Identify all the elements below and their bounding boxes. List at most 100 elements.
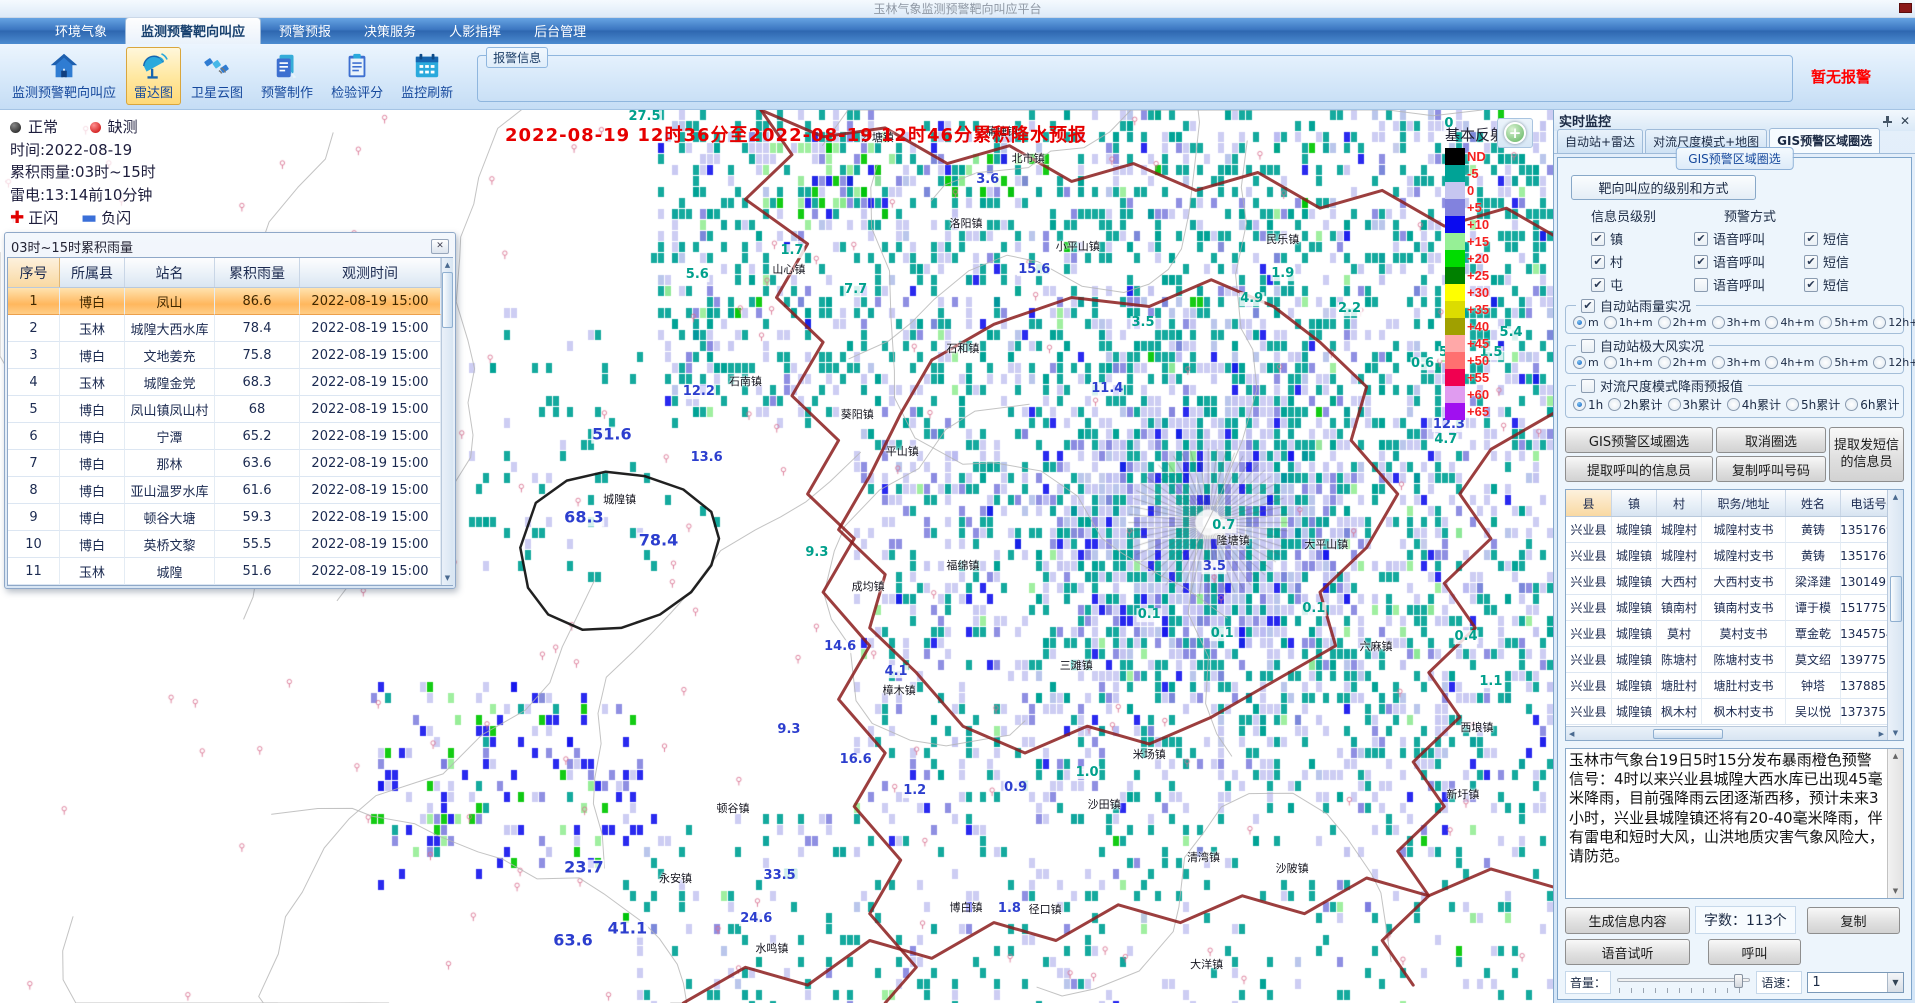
call-button[interactable]: 呼叫 [1708, 939, 1801, 965]
radio-forecast-3h累计[interactable]: 3h累计 [1663, 396, 1722, 413]
radio-rain-4h+m[interactable]: 4h+m [1760, 316, 1814, 329]
cancel-circle-button[interactable]: 取消圈选 [1716, 427, 1826, 453]
scroll-up-icon[interactable]: ▲ [1893, 490, 1898, 504]
scroll-down-icon[interactable]: ▼ [1893, 726, 1898, 740]
contact-col-header[interactable]: 镇 [1612, 490, 1657, 516]
zoom-in-icon[interactable]: + [1504, 122, 1526, 144]
toolbar-button-预警制作[interactable]: 预警制作 [253, 47, 321, 105]
radio-wind-4h+m[interactable]: 4h+m [1760, 356, 1814, 369]
rain-col-header[interactable]: 所属县 [60, 258, 125, 287]
checkbox-sms-村[interactable] [1804, 255, 1818, 269]
radio-wind-12h+m[interactable]: 12h+m [1868, 356, 1915, 369]
table-row[interactable]: 7博白那林63.62022-08-19 15:00 [8, 450, 441, 477]
table-row[interactable]: 8博白亚山温罗水库61.62022-08-19 15:00 [8, 477, 441, 504]
table-row[interactable]: 11玉林城隍51.62022-08-19 15:00 [8, 558, 441, 585]
scroll-up-icon[interactable]: ▲ [1893, 749, 1898, 763]
pin-icon[interactable] [1882, 115, 1893, 127]
checkbox-镇[interactable] [1591, 232, 1605, 246]
auto-wind-checkbox[interactable] [1581, 339, 1595, 353]
contact-col-header[interactable]: 村 [1657, 490, 1702, 516]
voice-preview-button[interactable]: 语音试听 [1565, 939, 1690, 965]
checkbox-屯[interactable] [1591, 278, 1605, 292]
auto-rain-checkbox[interactable] [1581, 299, 1595, 313]
rain-col-header[interactable]: 站名 [125, 258, 215, 287]
menu-tab-人影指挥[interactable]: 人影指挥 [434, 18, 516, 44]
message-vscrollbar[interactable]: ▲ ▼ [1887, 749, 1903, 898]
menu-tab-决策服务[interactable]: 决策服务 [349, 18, 431, 44]
copy-call-numbers-button[interactable]: 复制呼叫号码 [1716, 456, 1826, 482]
rain-col-header[interactable]: 累积雨量 [215, 258, 300, 287]
radio-rain-2h+m[interactable]: 2h+m [1653, 316, 1707, 329]
contact-col-header[interactable]: 姓名 [1786, 490, 1841, 516]
radar-map[interactable]: 2022-08-19 12时36分至2022-08-19 12时46分累积降水预… [0, 110, 1553, 1003]
table-row[interactable]: 9博白顿谷大塘59.32022-08-19 15:00 [8, 504, 441, 531]
toolbar-button-监控刷新[interactable]: 监控刷新 [393, 47, 461, 105]
radio-forecast-5h累计[interactable]: 5h累计 [1781, 396, 1840, 413]
checkbox-voice-村[interactable] [1694, 255, 1708, 269]
radio-wind-2h+m[interactable]: 2h+m [1653, 356, 1707, 369]
toolbar-button-检验评分[interactable]: 检验评分 [323, 47, 391, 105]
copy-message-button[interactable]: 复制 [1807, 907, 1900, 934]
radio-wind-m[interactable]: m [1568, 356, 1599, 369]
checkbox-sms-屯[interactable] [1804, 278, 1818, 292]
table-row[interactable]: 1博白凤山86.62022-08-19 15:00 [8, 288, 441, 315]
convective-forecast-checkbox[interactable] [1581, 379, 1595, 393]
volume-slider[interactable] [1617, 973, 1750, 993]
table-row[interactable]: 兴业县城隍镇城隍村城隍村支书黄铸135176975 [1566, 517, 1887, 543]
table-row[interactable]: 兴业县城隍镇塘肚村塘肚村支书钟塔137885534 [1566, 673, 1887, 699]
scroll-up-icon[interactable]: ▲ [445, 258, 450, 272]
radio-forecast-1h[interactable]: 1h [1568, 398, 1603, 412]
extract-sms-informers-button[interactable]: 提取发短信的信息员 [1829, 427, 1904, 482]
panel-tab-自动站+雷达[interactable]: 自动站+雷达 [1557, 129, 1643, 153]
rain-table-titlebar[interactable]: 03时~15时累积雨量 ✕ [7, 235, 453, 257]
scroll-thumb[interactable] [1653, 729, 1723, 739]
radio-rain-3h+m[interactable]: 3h+m [1707, 316, 1761, 329]
toolbar-button-监测预警靶向叫应[interactable]: 监测预警靶向叫应 [4, 47, 124, 105]
rain-table-vscrollbar[interactable]: ▲ ▼ [441, 258, 453, 585]
rain-col-header[interactable]: 序号 [8, 258, 60, 287]
menu-tab-后台管理[interactable]: 后台管理 [519, 18, 601, 44]
radio-rain-1h+m[interactable]: 1h+m [1599, 316, 1653, 329]
menu-tab-预警预报[interactable]: 预警预报 [264, 18, 346, 44]
scroll-down-icon[interactable]: ▼ [1893, 884, 1898, 898]
radio-rain-m[interactable]: m [1568, 316, 1599, 329]
radio-rain-5h+m[interactable]: 5h+m [1814, 316, 1868, 329]
table-row[interactable]: 兴业县城隍镇陈塘村陈塘村支书莫文绍139775796 [1566, 647, 1887, 673]
radio-wind-3h+m[interactable]: 3h+m [1707, 356, 1761, 369]
table-row[interactable]: 兴业县城隍镇镇南村镇南村支书谭于模151775946 [1566, 595, 1887, 621]
speed-select[interactable]: 1 ▼ [1807, 972, 1904, 993]
checkbox-voice-镇[interactable] [1694, 232, 1708, 246]
radio-forecast-4h累计[interactable]: 4h累计 [1722, 396, 1781, 413]
toolbar-button-卫星云图[interactable]: 卫星云图 [183, 47, 251, 105]
contact-col-header[interactable]: 电话号码 [1841, 490, 1887, 516]
toolbar-button-雷达图[interactable]: 雷达图 [126, 47, 181, 105]
slider-thumb[interactable] [1734, 974, 1743, 988]
radio-forecast-2h累计[interactable]: 2h累计 [1603, 396, 1662, 413]
table-row[interactable]: 2玉林城隍大西水库78.42022-08-19 15:00 [8, 315, 441, 342]
scroll-right-icon[interactable]: ▶ [1876, 730, 1887, 738]
rain-table-window[interactable]: 03时~15时累积雨量 ✕ 序号所属县站名累积雨量观测时间1博白凤山86.620… [4, 232, 456, 589]
table-row[interactable]: 5博白凤山镇凤山村682022-08-19 15:00 [8, 396, 441, 423]
radio-wind-5h+m[interactable]: 5h+m [1814, 356, 1868, 369]
table-row[interactable]: 10博白英桥文黎55.52022-08-19 15:00 [8, 531, 441, 558]
close-icon[interactable]: ✕ [1900, 114, 1910, 128]
table-row[interactable]: 4玉林城隍金党68.32022-08-19 15:00 [8, 369, 441, 396]
gis-circle-button[interactable]: GIS预警区域圈选 [1565, 427, 1713, 453]
scroll-thumb[interactable] [442, 272, 453, 328]
close-icon[interactable]: ✕ [431, 239, 449, 254]
scroll-thumb[interactable] [1890, 576, 1902, 622]
corner-red-indicator[interactable] [1899, 3, 1912, 13]
contact-table-vscrollbar[interactable]: ▲ ▼ [1887, 490, 1903, 740]
table-row[interactable]: 兴业县城隍镇城隍村城隍村支书黄铸135176975 [1566, 543, 1887, 569]
generate-message-button[interactable]: 生成信息内容 [1565, 907, 1690, 934]
contact-col-header[interactable]: 职务/地址 [1702, 490, 1786, 516]
contact-col-header[interactable]: 县 [1566, 490, 1612, 516]
checkbox-sms-镇[interactable] [1804, 232, 1818, 246]
checkbox-voice-屯[interactable] [1694, 278, 1708, 292]
scroll-down-icon[interactable]: ▼ [445, 571, 450, 585]
warning-message-text[interactable]: 玉林市气象台19日5时15分发布暴雨橙色预警信号：4时以来兴业县城隍大西水库已出… [1566, 749, 1887, 898]
table-row[interactable]: 兴业县城隍镇大西村大西村支书梁泽建130149571 [1566, 569, 1887, 595]
radio-wind-1h+m[interactable]: 1h+m [1599, 356, 1653, 369]
table-row[interactable]: 兴业县城隍镇枫木村枫木村支书吴以悦137375511 [1566, 699, 1887, 725]
scroll-left-icon[interactable]: ◀ [1566, 730, 1577, 738]
